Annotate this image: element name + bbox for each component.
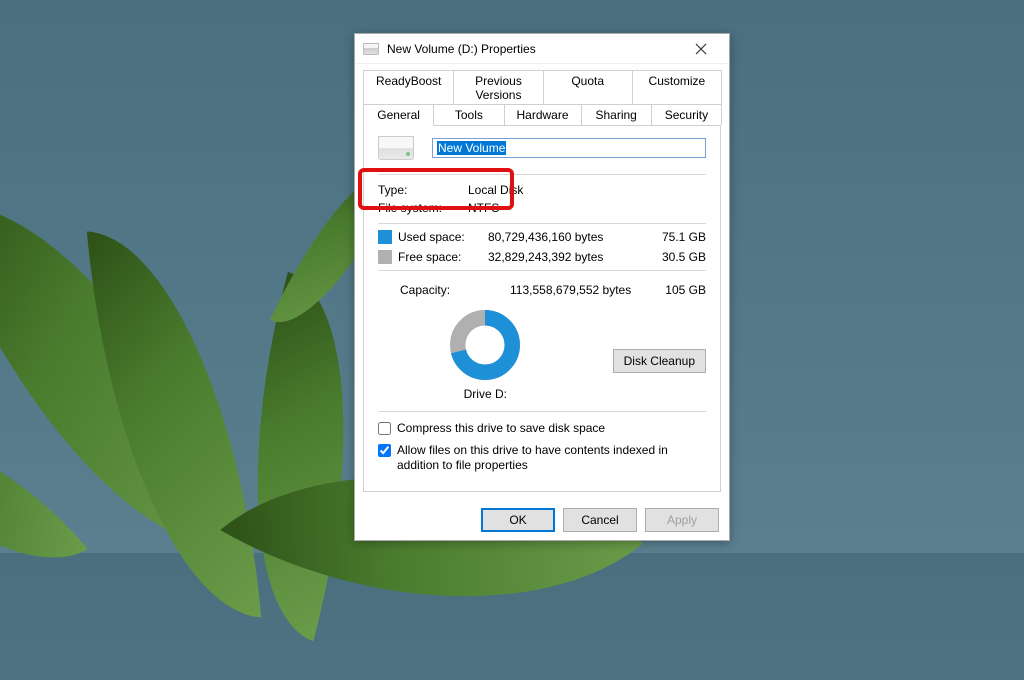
tab-hardware[interactable]: Hardware (504, 104, 582, 125)
free-human: 30.5 GB (646, 250, 706, 264)
space-grid: Used space: 80,729,436,160 bytes 75.1 GB… (378, 230, 706, 264)
tab-sharing[interactable]: Sharing (581, 104, 652, 125)
index-checkbox[interactable] (378, 444, 391, 457)
tab-quota[interactable]: Quota (543, 70, 633, 105)
ok-button[interactable]: OK (481, 508, 555, 532)
apply-button: Apply (645, 508, 719, 532)
separator (378, 411, 706, 412)
separator (378, 174, 706, 175)
capacity-row: Capacity: 113,558,679,552 bytes 105 GB (378, 277, 706, 303)
volume-name-selected-text: New Volume (437, 141, 506, 155)
free-swatch-icon (378, 250, 392, 264)
free-label: Free space: (398, 250, 488, 264)
close-icon (695, 43, 707, 55)
separator (378, 270, 706, 271)
used-label: Used space: (398, 230, 488, 244)
type-row: Type: Local Disk (378, 181, 706, 199)
compress-option-row: Compress this drive to save disk space (378, 418, 706, 440)
capacity-human: 105 GB (646, 283, 706, 297)
chart-row: Drive D: Disk Cleanup (378, 303, 706, 405)
used-swatch-icon (378, 230, 392, 244)
disk-drive-icon (378, 136, 414, 160)
window-title: New Volume (D:) Properties (387, 42, 681, 56)
drive-label: Drive D: (464, 387, 507, 401)
drive-header: New Volume (378, 136, 706, 168)
titlebar[interactable]: New Volume (D:) Properties (355, 34, 729, 64)
close-button[interactable] (681, 35, 721, 63)
compress-checkbox[interactable] (378, 422, 391, 435)
usage-donut-chart (449, 309, 521, 381)
tab-security[interactable]: Security (651, 104, 722, 125)
capacity-bytes: 113,558,679,552 bytes (510, 283, 646, 297)
type-label: Type: (378, 183, 468, 197)
cancel-button[interactable]: Cancel (563, 508, 637, 532)
tab-readyboost[interactable]: ReadyBoost (363, 70, 454, 105)
used-human: 75.1 GB (646, 230, 706, 244)
filesystem-label: File system: (378, 201, 468, 215)
general-panel: New Volume Type: Local Disk File system:… (363, 125, 721, 492)
button-bar: OK Cancel Apply (355, 500, 729, 540)
separator (378, 223, 706, 224)
tab-general[interactable]: General (363, 104, 434, 126)
free-bytes: 32,829,243,392 bytes (488, 250, 646, 264)
properties-dialog: New Volume (D:) Properties ReadyBoost Pr… (354, 33, 730, 541)
tab-previous-versions[interactable]: Previous Versions (453, 70, 543, 105)
capacity-label: Capacity: (400, 283, 510, 297)
tab-customize[interactable]: Customize (632, 70, 722, 105)
drive-icon (363, 43, 379, 55)
tab-row-back: ReadyBoost Previous Versions Quota Custo… (363, 70, 721, 105)
index-option-row: Allow files on this drive to have conten… (378, 440, 706, 477)
tab-row-front: General Tools Hardware Sharing Security (363, 104, 721, 125)
donut-container: Drive D: (378, 309, 593, 401)
filesystem-row: File system: NTFS (378, 199, 706, 217)
volume-name-input[interactable]: New Volume (432, 138, 706, 158)
used-bytes: 80,729,436,160 bytes (488, 230, 646, 244)
filesystem-value: NTFS (468, 201, 706, 215)
tab-tools[interactable]: Tools (433, 104, 504, 125)
tabs-container: ReadyBoost Previous Versions Quota Custo… (355, 64, 729, 125)
compress-label[interactable]: Compress this drive to save disk space (397, 421, 605, 437)
disk-cleanup-button[interactable]: Disk Cleanup (613, 349, 706, 373)
index-label[interactable]: Allow files on this drive to have conten… (397, 443, 706, 474)
type-value: Local Disk (468, 183, 706, 197)
